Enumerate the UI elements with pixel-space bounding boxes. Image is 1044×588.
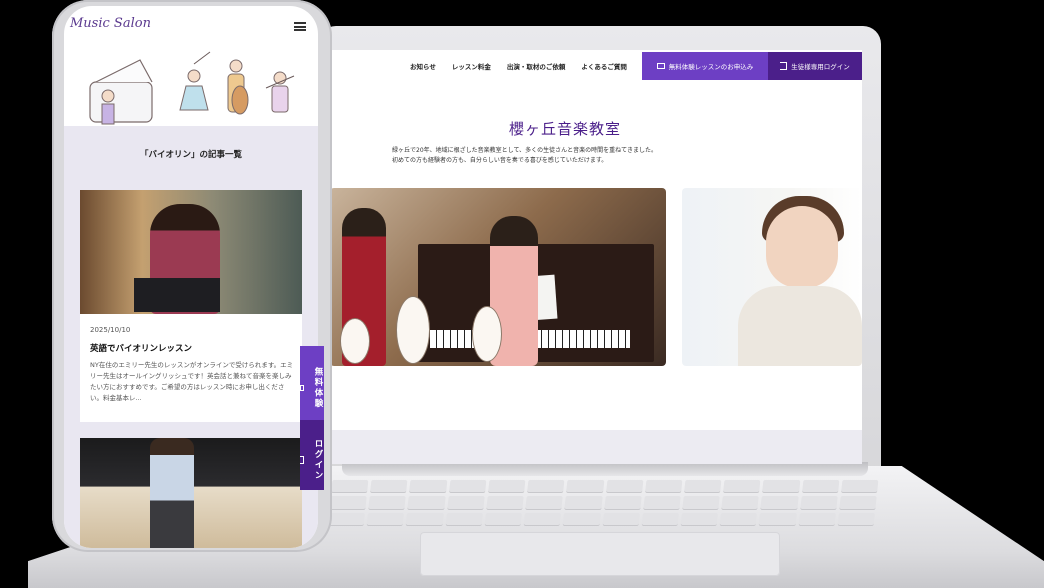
laptop-hinge [342,462,868,476]
mobile-content: 「バイオリン」の記事一覧 2025/10/10 英語でバイオリンレッスン NY在… [64,126,318,548]
desktop-footer-band [330,430,862,464]
illustration-violin-child [472,306,502,362]
nav-link-appearance-requests[interactable]: 出演・取材のご依頼 [507,61,566,71]
desktop-nav: お知らせ レッスン料金 出演・取材のご依頼 よくあるご質問 無料体験レッスンのお… [330,52,862,80]
hero-photo-child [682,188,862,366]
nav-link-news[interactable]: お知らせ [410,61,436,71]
side-tab-trial[interactable]: 無料体験 [300,346,324,420]
article-title[interactable]: 英語でバイオリンレッスン [90,342,192,354]
description-line-2: 初めての方も経験者の方も、自分らしい音を奏でる喜びを感じていただけます。 [392,157,608,164]
desktop-site: お知らせ レッスン料金 出演・取材のご依頼 よくあるご質問 無料体験レッスンのお… [330,50,862,464]
illustration-cello-child [396,296,430,364]
login-icon [300,456,304,464]
side-tab-login-label: ログイン [313,439,323,481]
student-login-button[interactable]: 生徒様専用ログイン [768,52,862,80]
trial-lesson-button[interactable]: 無料体験レッスンのお申込み [642,52,768,80]
article-thumbnail-violinist [80,190,302,314]
side-tab-login[interactable]: ログイン [300,420,324,490]
mail-icon [300,385,304,391]
site-title: 櫻ヶ丘音楽教室 [508,120,621,138]
music-stand [134,278,220,312]
article-excerpt: NY在住のエミリー先生のレッスンがオンラインで受けられます。エミリー先生はオール… [90,361,294,402]
laptop-trackpad [420,532,780,576]
desktop-nav-links: お知らせ レッスン料金 出演・取材のご依頼 よくあるご質問 [410,61,627,71]
child-face [766,206,838,288]
mobile-header: Music Salon [64,6,318,46]
nav-link-faq[interactable]: よくあるご質問 [581,61,627,71]
login-icon [780,62,788,70]
article-card[interactable] [80,438,302,548]
site-logo[interactable]: Music Salon [70,16,151,31]
article-card[interactable]: 2025/10/10 英語でバイオリンレッスン NY在住のエミリー先生のレッスン… [80,190,302,422]
trial-lesson-label: 無料体験レッスンのお申込み [668,63,754,71]
article-thumbnail-boy-violin [80,438,302,548]
side-tab-trial-label: 無料体験 [313,367,323,409]
mail-icon [656,63,665,69]
hero-photo-piano-performance [330,188,666,366]
header-illustration [89,51,295,125]
archive-heading: 「バイオリン」の記事一覧 [139,150,242,160]
article-date: 2025/10/10 [90,326,131,334]
illustration-flute-child [340,318,370,364]
site-description: 緑ヶ丘で20年、地域に根ざした音楽教室として、多くの生徒さんと音楽の時間を重ねて… [392,146,657,166]
menu-icon[interactable] [294,22,306,31]
nav-link-lesson-fees[interactable]: レッスン料金 [452,61,491,71]
laptop-keyboard [327,480,879,526]
student-login-label: 生徒様専用ログイン [791,63,850,71]
child-dress [738,286,862,366]
boy-violinist [150,438,194,548]
description-line-1: 緑ヶ丘で20年、地域に根ざした音楽教室として、多くの生徒さんと音楽の時間を重ねて… [392,147,657,154]
mobile-site: Music Salon 「バイオリン」の記事一覧 2025/10/10 英語でバ… [64,6,318,548]
